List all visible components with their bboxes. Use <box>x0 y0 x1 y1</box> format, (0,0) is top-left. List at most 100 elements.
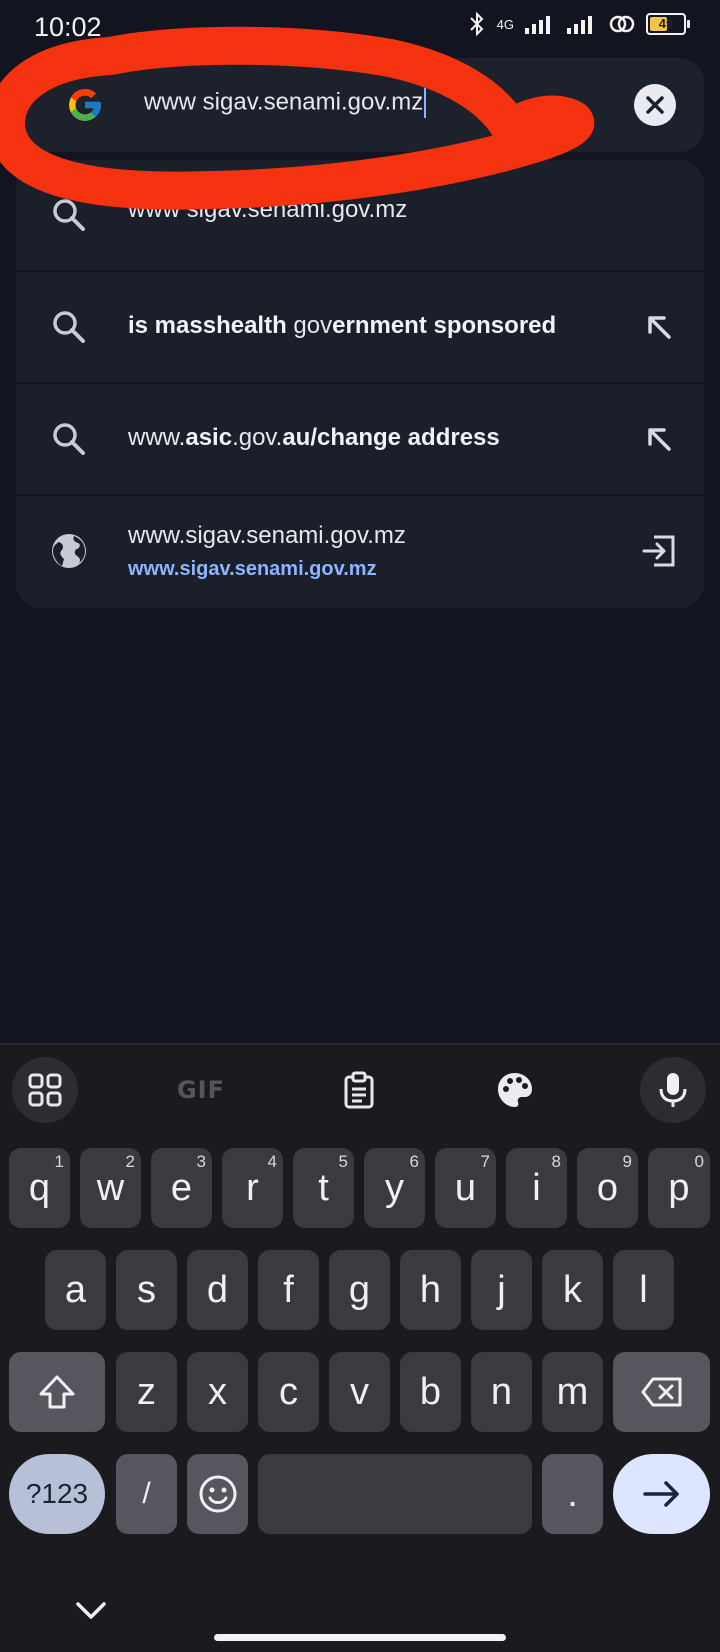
search-icon <box>53 311 85 343</box>
suggestion-text-part: gov <box>293 312 333 339</box>
key-z[interactable]: z <box>116 1352 177 1432</box>
key-a[interactable]: a <box>45 1250 106 1330</box>
key-label: r <box>246 1166 259 1209</box>
keyboard-toolbar: GIF <box>0 1045 720 1135</box>
suggestion-text-part: .gov. <box>232 424 283 451</box>
arrow-up-left-icon[interactable] <box>640 308 678 346</box>
key-i[interactable]: i8 <box>506 1148 567 1228</box>
gif-label: GIF <box>176 1076 226 1104</box>
search-query-text: www sigav.senami.gov.mz <box>144 88 424 116</box>
key-j[interactable]: j <box>471 1250 532 1330</box>
key-y[interactable]: y6 <box>364 1148 425 1228</box>
clear-button[interactable] <box>634 84 676 126</box>
key-hint: 8 <box>551 1152 561 1171</box>
key-label: t <box>318 1166 329 1209</box>
battery-icon: 49 <box>646 13 690 35</box>
open-in-icon[interactable] <box>640 532 678 570</box>
suggestion-url: www.sigav.senami.gov.mz <box>128 558 377 580</box>
battery-level: 49 <box>658 16 674 31</box>
gif-button[interactable]: GIF <box>168 1057 234 1123</box>
key-s[interactable]: s <box>116 1250 177 1330</box>
signal-icon <box>525 16 550 34</box>
key-hint: 6 <box>409 1152 419 1171</box>
key-d[interactable]: d <box>187 1250 248 1330</box>
suggestion-text: www.asic.gov.au/change address <box>128 424 500 452</box>
shift-key[interactable] <box>9 1352 105 1432</box>
search-icon <box>53 423 85 455</box>
key-q[interactable]: q1 <box>9 1148 70 1228</box>
key-hint: 0 <box>694 1152 704 1171</box>
key-r[interactable]: r4 <box>222 1148 283 1228</box>
key-u[interactable]: u7 <box>435 1148 496 1228</box>
key-b[interactable]: b <box>400 1352 461 1432</box>
omnibox[interactable]: www sigav.senami.gov.mz <box>16 58 704 152</box>
symbols-key[interactable]: ?123 <box>9 1454 105 1534</box>
suggestion-row[interactable]: is masshealth government sponsored <box>16 272 704 384</box>
grid-icon <box>28 1073 62 1107</box>
key-f[interactable]: f <box>258 1250 319 1330</box>
apps-button[interactable] <box>12 1057 78 1123</box>
suggestion-row[interactable]: www sigav.senami.gov.mz <box>16 160 704 272</box>
clipboard-button[interactable] <box>326 1057 392 1123</box>
suggestion-text-part: is masshealth <box>128 312 294 339</box>
suggestion-row[interactable]: www.sigav.senami.gov.mz www.sigav.senami… <box>16 496 704 606</box>
key-w[interactable]: w2 <box>80 1148 141 1228</box>
key-hint: 7 <box>480 1152 490 1171</box>
microphone-icon <box>659 1073 687 1107</box>
text-cursor <box>424 88 427 118</box>
key-label: p <box>668 1166 690 1209</box>
key-m[interactable]: m <box>542 1352 603 1432</box>
backspace-key[interactable] <box>613 1352 710 1432</box>
key-n[interactable]: n <box>471 1352 532 1432</box>
voice-input-button[interactable] <box>640 1057 706 1123</box>
theme-button[interactable] <box>482 1057 548 1123</box>
emoji-icon <box>199 1475 236 1513</box>
key-hint: 9 <box>622 1152 632 1171</box>
chevron-down-icon[interactable] <box>74 1598 108 1622</box>
link-icon <box>609 15 635 33</box>
globe-icon <box>52 534 86 568</box>
arrow-up-left-icon[interactable] <box>640 420 678 458</box>
key-x[interactable]: x <box>187 1352 248 1432</box>
key-o[interactable]: o9 <box>577 1148 638 1228</box>
shift-icon <box>39 1375 75 1409</box>
system-navbar <box>0 1570 720 1650</box>
key-h[interactable]: h <box>400 1250 461 1330</box>
key-c[interactable]: c <box>258 1352 319 1432</box>
key-e[interactable]: e3 <box>151 1148 212 1228</box>
suggestion-text-part: au/change address <box>282 424 500 451</box>
key-v[interactable]: v <box>329 1352 390 1432</box>
key-label: o <box>596 1166 619 1209</box>
suggestion-row[interactable]: www.asic.gov.au/change address <box>16 384 704 496</box>
suggestion-text: www sigav.senami.gov.mz <box>128 196 408 223</box>
status-icons: 4G 49 <box>467 12 690 36</box>
suggestion-text-part: www. <box>128 424 186 451</box>
search-input[interactable]: www sigav.senami.gov.mz <box>144 88 427 118</box>
suggestion-list: www sigav.senami.gov.mz is masshealth go… <box>16 160 704 608</box>
gesture-handle[interactable] <box>214 1634 506 1641</box>
suggestion-text-part: asic <box>185 424 233 451</box>
arrow-right-icon <box>642 1481 679 1507</box>
key-k[interactable]: k <box>542 1250 603 1330</box>
bluetooth-icon <box>469 12 484 36</box>
key-l[interactable]: l <box>613 1250 674 1330</box>
go-key[interactable] <box>613 1454 710 1534</box>
clipboard-icon <box>344 1071 374 1109</box>
key-label: u <box>454 1166 477 1209</box>
palette-icon <box>498 1073 532 1107</box>
key-t[interactable]: t5 <box>293 1148 354 1228</box>
emoji-key[interactable] <box>187 1454 248 1534</box>
signal-icon <box>567 16 592 34</box>
search-icon <box>53 199 85 231</box>
key-label: e <box>170 1166 193 1209</box>
key-hint: 3 <box>196 1152 206 1171</box>
key-p[interactable]: p0 <box>648 1148 710 1228</box>
clock: 10:02 <box>34 12 102 42</box>
key-label: q <box>28 1166 51 1209</box>
slash-key[interactable]: / <box>116 1454 177 1534</box>
key-g[interactable]: g <box>329 1250 390 1330</box>
period-key[interactable]: . <box>542 1454 603 1534</box>
backspace-icon <box>641 1377 681 1407</box>
suggestion-title: www.sigav.senami.gov.mz <box>128 522 406 549</box>
space-key[interactable] <box>258 1454 532 1534</box>
